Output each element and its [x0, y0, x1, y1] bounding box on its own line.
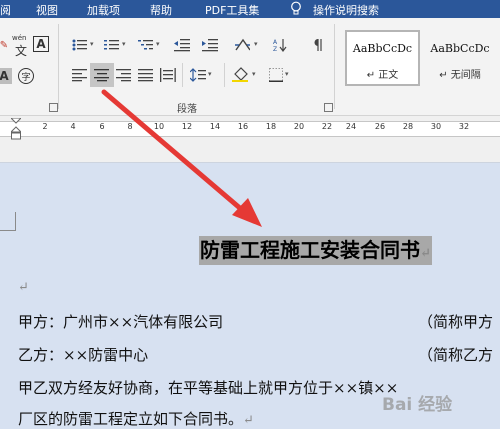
arrow-shaft: [101, 89, 244, 212]
red-arrow-annotation: [101, 89, 262, 227]
